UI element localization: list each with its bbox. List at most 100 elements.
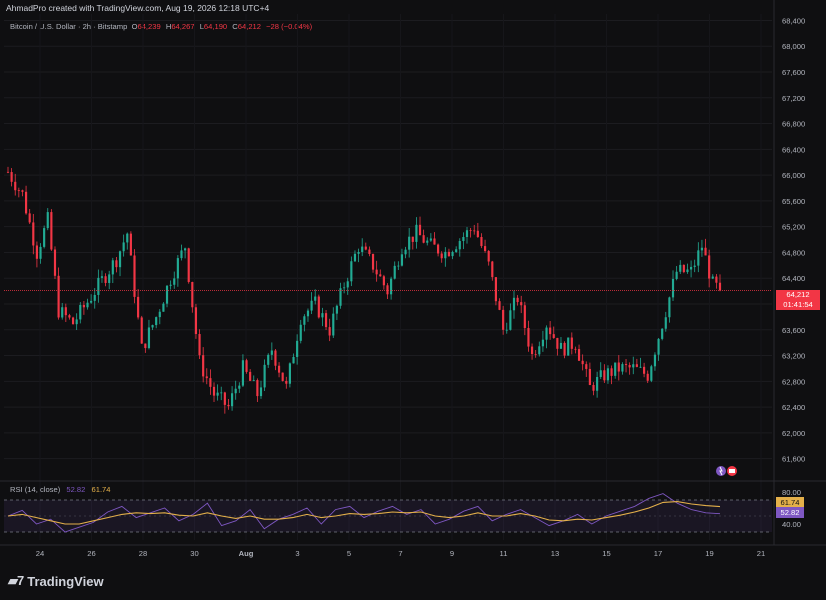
- candle-body: [708, 255, 711, 279]
- candle-body: [585, 364, 588, 369]
- candle-body: [502, 309, 505, 330]
- candle-body: [61, 307, 64, 318]
- candle-body: [263, 364, 266, 388]
- candle-body: [169, 284, 172, 286]
- candle-body: [700, 247, 704, 251]
- candle-body: [624, 364, 628, 366]
- candle-body: [657, 338, 660, 355]
- candle-body: [440, 253, 443, 259]
- candle-body: [393, 265, 396, 279]
- candle-body: [14, 181, 17, 191]
- candle-body: [39, 246, 42, 259]
- brand[interactable]: ▰7 TradingView: [8, 573, 104, 589]
- candle-body: [147, 327, 151, 349]
- candle-body: [288, 363, 291, 384]
- candle-body: [111, 260, 114, 275]
- candle-body: [296, 340, 299, 357]
- candle-body: [274, 350, 277, 366]
- price-chart[interactable]: 61,60062,00062,40062,80063,20063,60064,0…: [0, 0, 826, 600]
- candle-body: [437, 244, 440, 254]
- candle-body: [137, 296, 140, 318]
- candle-body: [668, 297, 671, 318]
- candle-body: [411, 236, 414, 242]
- candle-body: [151, 325, 154, 328]
- events-flag-icon[interactable]: [716, 465, 738, 477]
- y-tick-label: 68,000: [782, 42, 805, 51]
- candle-body: [570, 337, 573, 349]
- candle-body: [494, 277, 498, 302]
- candle-body: [682, 264, 685, 273]
- candle-body: [397, 265, 400, 267]
- rsi-label[interactable]: RSI (14, close): [10, 485, 60, 494]
- candle-body: [43, 228, 46, 247]
- candle-body: [173, 278, 176, 285]
- rsi-legend[interactable]: RSI (14, close) 52.82 61.74: [10, 485, 111, 494]
- candle-body: [596, 377, 599, 391]
- candle-body: [234, 388, 237, 394]
- x-tick-label: Aug: [239, 549, 254, 558]
- candle-body: [693, 265, 696, 267]
- candle-body: [559, 342, 563, 349]
- candle-body: [245, 360, 248, 372]
- candle-body: [144, 343, 147, 349]
- candle-body: [314, 296, 317, 301]
- candle-body: [328, 327, 331, 336]
- candle-body: [187, 248, 190, 282]
- candle-body: [32, 222, 35, 246]
- candle-body: [675, 271, 678, 279]
- y-tick-label: 67,200: [782, 94, 805, 103]
- candle-body: [238, 385, 241, 389]
- candle-body: [310, 300, 313, 311]
- candle-body: [505, 329, 508, 331]
- candle-body: [353, 253, 357, 262]
- candle-body: [426, 240, 429, 243]
- y-tick-label: 65,200: [782, 223, 805, 232]
- candle-body: [653, 354, 657, 367]
- rsi-ma-value: 61.74: [91, 485, 111, 494]
- candle-body: [220, 392, 223, 394]
- candle-body: [364, 246, 367, 250]
- candle-body: [635, 364, 638, 367]
- brand-name: TradingView: [27, 573, 104, 589]
- candle-body: [418, 224, 422, 236]
- candle-body: [592, 384, 595, 391]
- candle-body: [281, 372, 284, 381]
- candle-body: [223, 392, 226, 405]
- candle-body: [285, 380, 288, 384]
- candle-body: [545, 327, 548, 340]
- candle-body: [487, 250, 490, 262]
- candle-body: [375, 269, 378, 275]
- rsi-value: 52.82: [66, 485, 86, 494]
- candle-body: [216, 392, 219, 396]
- candle-body: [643, 366, 646, 374]
- candle-body: [483, 246, 487, 251]
- candle-body: [621, 364, 624, 372]
- candle-body: [122, 242, 125, 252]
- candle-body: [241, 360, 245, 386]
- candle-body: [256, 380, 259, 397]
- rsi-y-tick-label: 80.00: [782, 488, 801, 497]
- y-tick-label: 64,400: [782, 274, 805, 283]
- chart-window: AhmadPro created with TradingView.com, A…: [0, 0, 826, 600]
- candle-body: [469, 230, 472, 232]
- candle-body: [79, 304, 82, 320]
- candle-body: [198, 334, 201, 356]
- candle-body: [306, 310, 310, 317]
- y-tick-label: 64,800: [782, 248, 805, 257]
- candle-body: [718, 282, 722, 291]
- candle-body: [480, 236, 483, 247]
- x-tick-label: 19: [705, 549, 713, 558]
- candle-body: [129, 233, 132, 256]
- candle-body: [71, 317, 75, 325]
- candle-body: [64, 307, 67, 316]
- candle-body: [697, 250, 700, 266]
- candle-body: [516, 297, 519, 303]
- candle-body: [90, 300, 93, 303]
- candle-body: [711, 276, 714, 279]
- candle-body: [180, 250, 183, 259]
- candle-body: [473, 230, 476, 232]
- candle-body: [704, 247, 707, 256]
- candle-body: [614, 362, 617, 376]
- candle-body: [549, 327, 552, 335]
- candle-body: [75, 319, 78, 325]
